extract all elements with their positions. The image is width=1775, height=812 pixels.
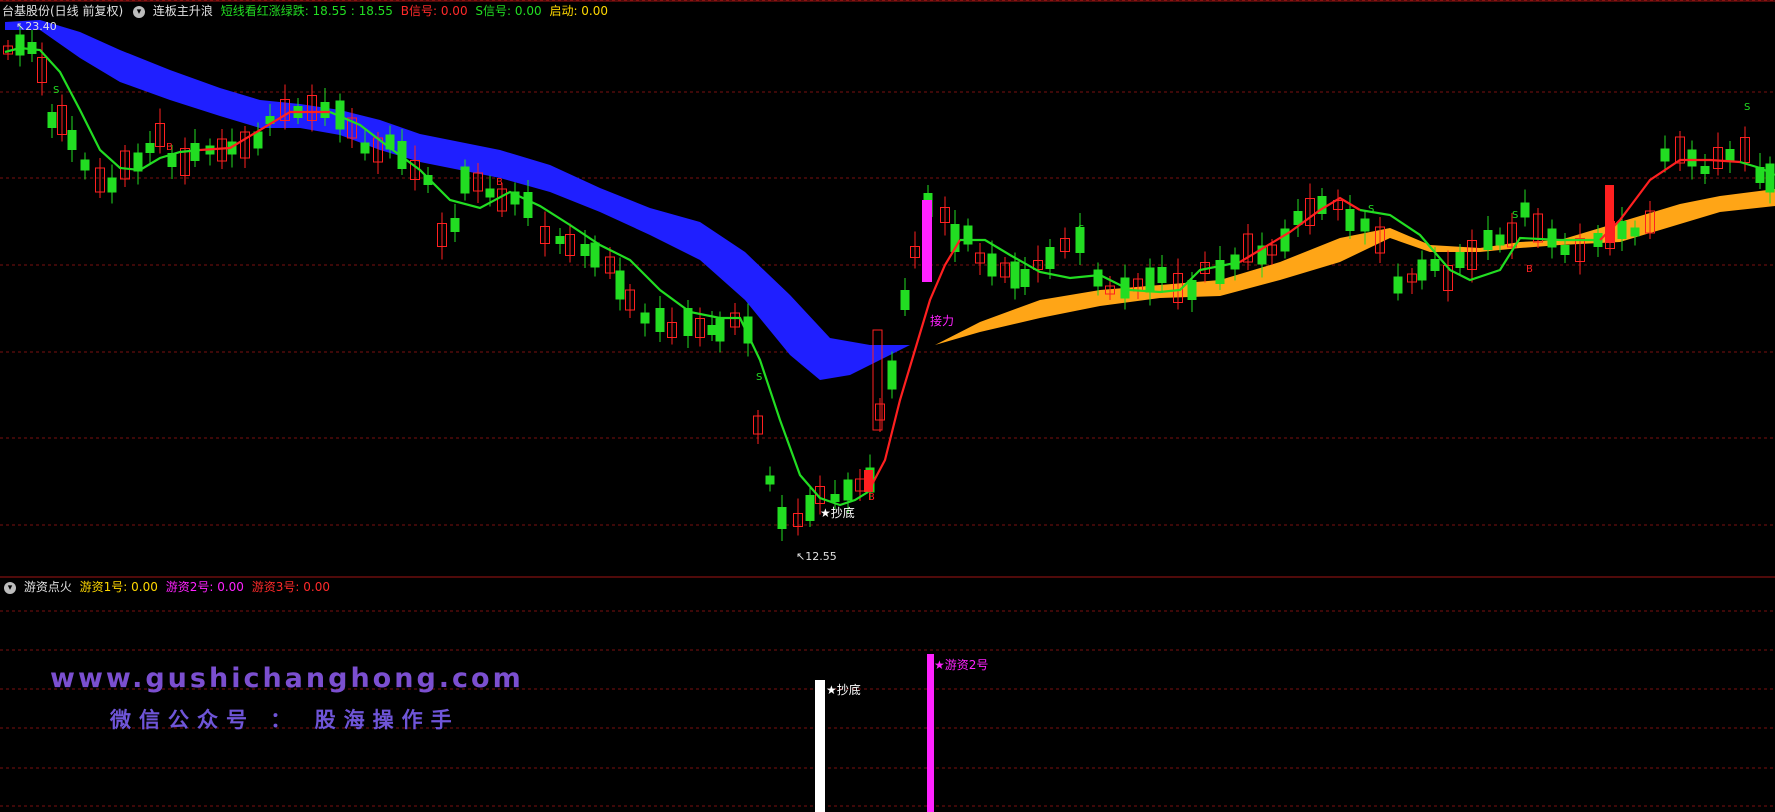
candle-down [1725, 149, 1735, 161]
sub-value-1: 游资1号: 0.00 [79, 580, 158, 594]
s-signal-marker: S [1368, 204, 1374, 215]
candle-down [47, 112, 57, 128]
ribbon-bullish [935, 189, 1775, 345]
candle-down [655, 308, 665, 332]
candle-down [1010, 261, 1020, 289]
candle-down [1430, 259, 1440, 271]
candle-down [843, 479, 853, 501]
indicator-value-b-signal: B信号: 0.00 [400, 4, 468, 18]
b-signal-marker: B [1526, 264, 1533, 275]
candle-down [1520, 202, 1530, 218]
candle-down [1765, 163, 1775, 193]
indicator-value-trend: 短线看红涨绿跌: 18.55 : 18.55 [220, 4, 393, 18]
candle-down [1700, 166, 1710, 174]
candle-down [1093, 269, 1103, 287]
candle-down [987, 253, 997, 277]
stock-title[interactable]: 台基股份(日线 前复权) [2, 4, 123, 18]
candle-down [107, 177, 117, 193]
s-signal-marker: S [756, 372, 762, 383]
candle-down [360, 142, 370, 154]
s-signal-marker: S [1512, 210, 1518, 221]
b-signal-marker: B [166, 142, 173, 153]
candle-down [1157, 267, 1167, 283]
candle-down [1660, 148, 1670, 162]
sub-header: ▾ 游资点火 游资1号: 0.00 游资2号: 0.00 游资3号: 0.00 [2, 578, 334, 596]
candle-down [1495, 234, 1505, 246]
candle-down [460, 166, 470, 194]
candle-down [830, 494, 840, 502]
sub-bar-bottom [815, 680, 825, 812]
candle-down [80, 159, 90, 171]
main-header: 台基股份(日线 前复权) ▾ 连板主升浪 短线看红涨绿跌: 18.55 : 18… [2, 2, 612, 20]
candle-down [1547, 228, 1557, 248]
candle-down [1145, 267, 1155, 293]
candle-down [1687, 149, 1697, 167]
candle-down [1045, 247, 1055, 269]
candle-down [555, 236, 565, 244]
relay-candle [922, 200, 932, 282]
dropdown-icon[interactable]: ▾ [133, 5, 146, 18]
candlestick-chart[interactable]: S S S S S S S B B B B ↖23.40 ↖12.55 ★抄底 接力 [0, 0, 1775, 578]
candle-down [580, 244, 590, 256]
candle-down [805, 495, 815, 521]
candle-down [1483, 230, 1493, 250]
candle-down [590, 242, 600, 268]
s-signal-marker: S [1078, 224, 1084, 235]
candle-down [1455, 252, 1465, 268]
main-chart-panel[interactable]: S S S S S S S B B B B ↖23.40 ↖12.55 ★抄底 接力 台基股份(日线 前复权… [0, 0, 1775, 578]
candle-down [1360, 218, 1370, 232]
low-price-label: ↖12.55 [796, 550, 837, 563]
candle-down [900, 290, 910, 310]
sub-value-3: 游资3号: 0.00 [251, 580, 330, 594]
candle-down [485, 188, 495, 198]
watermark-url: www.gushichanghong.com [50, 663, 524, 694]
relay-signal-label: 接力 [930, 313, 954, 328]
high-price-label: ↖23.40 [16, 20, 57, 33]
ribbon-bearish [5, 20, 935, 380]
s-signal-marker: S [1744, 102, 1750, 113]
sub-bottom-label: ★抄底 [826, 682, 861, 697]
indicator-name[interactable]: 连板主升浪 [153, 4, 213, 18]
watermark-wechat: 微信公众号 ： 股海操作手 [110, 708, 460, 732]
candle-down [887, 360, 897, 390]
s-signal-marker: S [53, 85, 59, 96]
candle-down [15, 34, 25, 56]
candle-down [707, 325, 717, 335]
candle-down [1560, 245, 1570, 255]
candle-down [1187, 280, 1197, 300]
candle-down [1393, 276, 1403, 294]
candle-down [1345, 209, 1355, 231]
candle-down [640, 312, 650, 324]
candle-down [1630, 227, 1640, 237]
candle-down [1020, 269, 1030, 287]
sub-indicator-panel[interactable]: ★抄底 ★游资2号 ▾ 游资点火 游资1号: 0.00 游资2号: 0.00 游资… [0, 578, 1775, 812]
b-signal-marker: B [496, 177, 503, 188]
candle-down [450, 218, 460, 232]
b-signal-marker: B [868, 492, 875, 503]
candle-down [615, 270, 625, 300]
sub-indicator-chart[interactable]: ★抄底 ★游资2号 [0, 578, 1775, 812]
bottom-signal-label: ★抄底 [820, 505, 855, 520]
candle-down [1617, 221, 1627, 239]
candle-down [1417, 259, 1427, 281]
sub-indicator-name[interactable]: 游资点火 [24, 580, 72, 594]
candle-down [190, 143, 200, 161]
candle-down [1215, 260, 1225, 284]
s-signal-marker: S [526, 192, 532, 203]
candle-down [765, 475, 775, 485]
candle-down [320, 102, 330, 118]
sub-relay-label: ★游资2号 [934, 658, 988, 672]
rebound-candle [864, 470, 873, 492]
candle-down [963, 225, 973, 245]
indicator-value-launch: 启动: 0.00 [549, 4, 609, 18]
candle-down [777, 507, 787, 529]
candle-down [715, 318, 725, 342]
dropdown-icon[interactable]: ▾ [4, 581, 16, 594]
sub-bar-relay [927, 654, 934, 812]
candle-down [67, 130, 77, 150]
indicator-value-s-signal: S信号: 0.00 [475, 4, 542, 18]
sub-value-2: 游资2号: 0.00 [165, 580, 244, 594]
candle-down [145, 143, 155, 153]
